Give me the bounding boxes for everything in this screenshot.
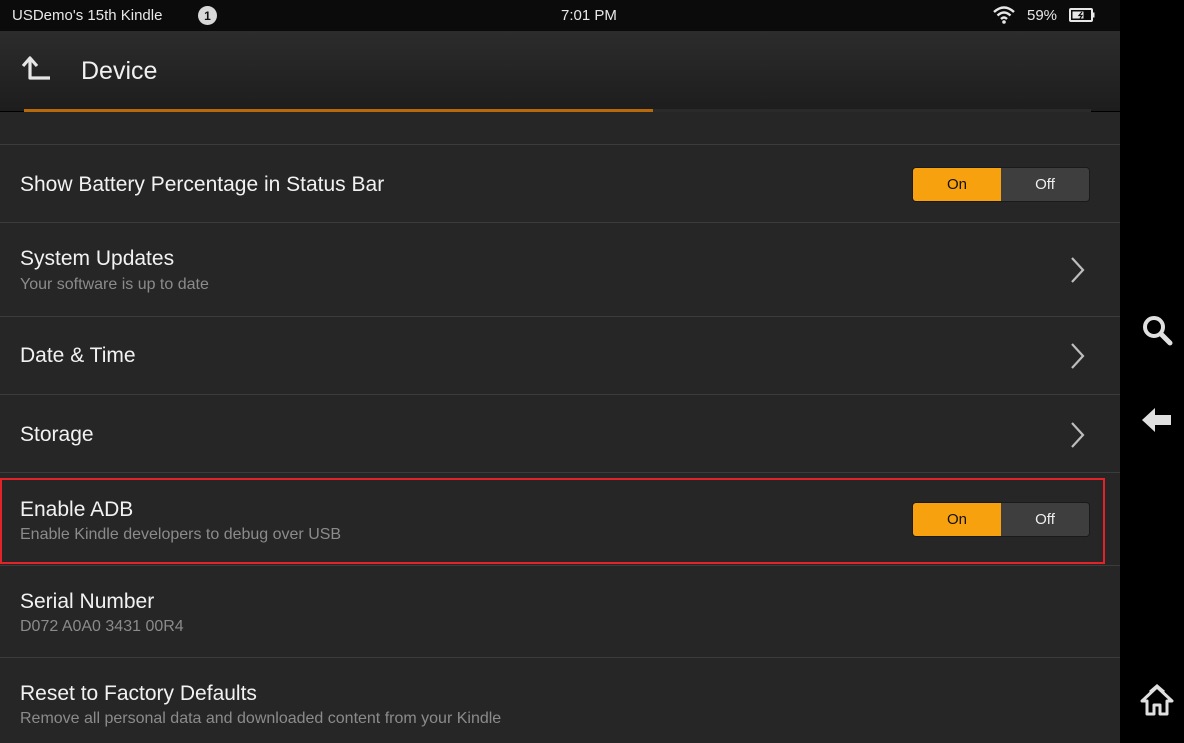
wifi-icon	[993, 6, 1015, 24]
page-title: Device	[81, 57, 158, 85]
home-icon[interactable]	[1140, 684, 1174, 716]
toggle-off-option[interactable]: Off	[1001, 503, 1089, 536]
up-navigation-icon[interactable]	[20, 54, 54, 86]
chevron-right-icon	[1071, 422, 1085, 448]
setting-title: System Updates	[20, 247, 175, 270]
setting-subtitle: Your software is up to date	[20, 276, 209, 293]
setting-enable-adb[interactable]: Enable ADB Enable Kindle developers to d…	[0, 473, 1120, 566]
status-bar: USDemo's 15th Kindle 1 7:01 PM 59%	[0, 0, 1120, 31]
page-header	[0, 31, 1120, 111]
battery-percentage-toggle[interactable]: On Off	[913, 168, 1089, 201]
setting-system-updates[interactable]: System Updates Your software is up to da…	[0, 223, 1120, 317]
setting-date-time[interactable]: Date & Time	[0, 317, 1120, 395]
setting-serial-number: Serial Number D072 A0A0 3431 00R4	[0, 566, 1120, 658]
setting-title: Date & Time	[20, 344, 136, 367]
setting-title: Storage	[20, 423, 94, 446]
setting-subtitle: D072 A0A0 3431 00R4	[20, 618, 184, 635]
setting-factory-reset[interactable]: Reset to Factory Defaults Remove all per…	[0, 658, 1120, 743]
setting-storage[interactable]: Storage	[0, 395, 1120, 473]
notification-badge[interactable]: 1	[198, 6, 217, 25]
setting-subtitle: Enable Kindle developers to debug over U…	[20, 526, 342, 543]
enable-adb-toggle[interactable]: On Off	[913, 503, 1089, 536]
settings-list: Show Battery Percentage in Status Bar On…	[0, 112, 1120, 743]
clock: 7:01 PM	[561, 7, 617, 24]
toggle-on-option[interactable]: On	[913, 168, 1001, 201]
toggle-on-option[interactable]: On	[913, 503, 1001, 536]
device-name: USDemo's 15th Kindle	[12, 7, 163, 24]
battery-icon	[1069, 8, 1095, 22]
battery-percent: 59%	[1027, 7, 1058, 24]
setting-subtitle: Remove all personal data and downloaded …	[20, 710, 502, 727]
toggle-off-option[interactable]: Off	[1001, 168, 1089, 201]
search-icon[interactable]	[1140, 313, 1174, 347]
setting-title: Enable ADB	[20, 498, 134, 521]
setting-battery-percentage[interactable]: Show Battery Percentage in Status Bar On…	[0, 145, 1120, 223]
setting-title: Reset to Factory Defaults	[20, 682, 257, 705]
setting-title: Show Battery Percentage in Status Bar	[20, 173, 385, 196]
chevron-right-icon	[1071, 257, 1085, 283]
side-navigation-bar	[1120, 0, 1184, 743]
list-spacer	[0, 112, 1120, 145]
chevron-right-icon	[1071, 343, 1085, 369]
back-arrow-icon[interactable]	[1140, 405, 1174, 435]
setting-title: Serial Number	[20, 590, 155, 613]
